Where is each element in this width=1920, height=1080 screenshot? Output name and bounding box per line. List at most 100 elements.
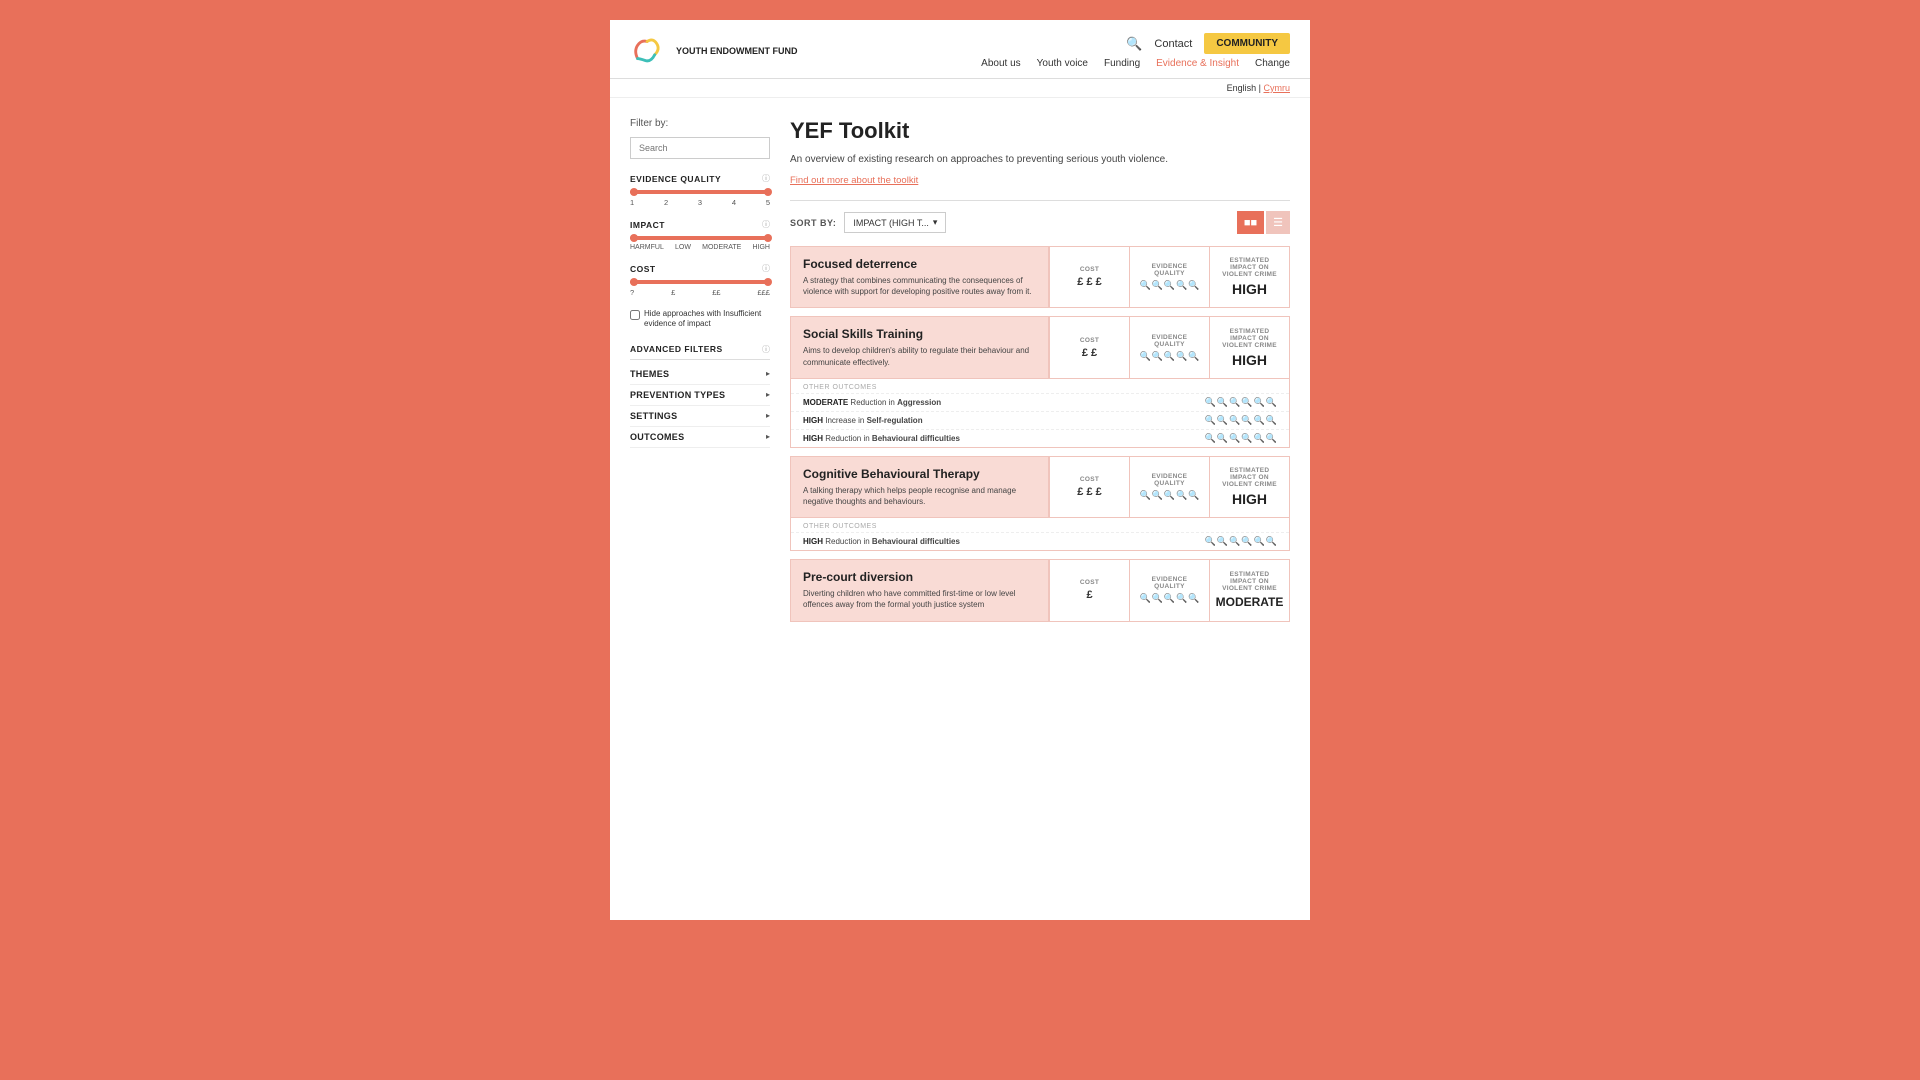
outcome-eq-self-regulation: 🔍 🔍 🔍 🔍 🔍 🔍	[1205, 415, 1277, 426]
themes-filter-group[interactable]: THEMES ▸	[630, 364, 770, 385]
outcome-eq-cbt-behavioural: 🔍 🔍 🔍 🔍 🔍 🔍	[1205, 536, 1277, 547]
main-content: Filter by: EVIDENCE QUALITY ⓘ 12345	[610, 98, 1310, 650]
outcomes-filter-group[interactable]: OUTCOMES ▸	[630, 427, 770, 448]
cost-info-icon[interactable]: ⓘ	[762, 263, 770, 274]
impact-metric-precourt: ESTIMATED IMPACT ON VIOLENT CRIME MODERA…	[1209, 560, 1289, 620]
sort-dropdown[interactable]: IMPACT (HIGH T... ▾	[844, 212, 946, 233]
eq-metric-cbt: EVIDENCE QUALITY 🔍 🔍 🔍 🔍 🔍	[1129, 457, 1209, 517]
mag2: 🔍	[1152, 280, 1163, 291]
hide-insufficient-label: Hide approaches with Insufficient eviden…	[644, 309, 770, 330]
card-social-skills-info[interactable]: Social Skills Training Aims to develop c…	[791, 317, 1048, 377]
mag1: 🔍	[1139, 351, 1150, 362]
evidence-quality-label: EVIDENCE QUALITY	[630, 174, 721, 184]
nav-funding[interactable]: Funding	[1104, 58, 1140, 69]
cost-slider[interactable]	[630, 280, 770, 284]
grid-view-button[interactable]: ■■	[1237, 211, 1264, 234]
nav-youth-voice[interactable]: Youth voice	[1037, 58, 1088, 69]
logo-text: YOUTH ENDOWMENT FUND	[676, 46, 798, 57]
eq-icons-precourt: 🔍 🔍 🔍 🔍 🔍	[1139, 593, 1199, 604]
advanced-filters-label: ADVANCED FILTERS	[630, 344, 723, 354]
eq-icons-focused-deterrence: 🔍 🔍 🔍 🔍 🔍	[1139, 280, 1199, 291]
impact-labels: HARMFULLOWMODERATEHIGH	[630, 244, 770, 251]
header: YOUTH ENDOWMENT FUND 🔍 Contact COMMUNITY…	[610, 20, 1310, 79]
card-cbt-info[interactable]: Cognitive Behavioural Therapy A talking …	[791, 457, 1048, 517]
card-cbt-title: Cognitive Behavioural Therapy	[803, 467, 1036, 481]
cost-filter: COST ⓘ ?££££££	[630, 263, 770, 297]
card-precourt-title: Pre-court diversion	[803, 570, 1036, 584]
page-title: YEF Toolkit	[790, 118, 1290, 144]
lang-bar: English | Cymru	[610, 79, 1310, 98]
themes-chevron-icon: ▸	[766, 369, 770, 378]
content-area: YEF Toolkit An overview of existing rese…	[790, 118, 1290, 630]
toolkit-link[interactable]: Find out more about the toolkit	[790, 175, 1290, 186]
page-container: YOUTH ENDOWMENT FUND 🔍 Contact COMMUNITY…	[610, 20, 1310, 920]
cost-metric-cbt: COST £ £ £	[1049, 457, 1129, 517]
page-description: An overview of existing research on appr…	[790, 152, 1170, 167]
impact-metric-focused-deterrence: ESTIMATED IMPACT ON VIOLENT CRIME HIGH	[1209, 247, 1289, 307]
logo-area: YOUTH ENDOWMENT FUND	[630, 32, 798, 70]
sort-bar: SORT BY: IMPACT (HIGH T... ▾ ■■ ☰	[790, 211, 1290, 234]
evidence-quality-slider[interactable]	[630, 190, 770, 194]
card-precourt-info[interactable]: Pre-court diversion Diverting children w…	[791, 560, 1048, 620]
card-focused-deterrence-title: Focused deterrence	[803, 257, 1036, 271]
eq-icons-cbt: 🔍 🔍 🔍 🔍 🔍	[1139, 490, 1199, 501]
evidence-quality-info-icon[interactable]: ⓘ	[762, 173, 770, 184]
card-social-skills-desc: Aims to develop children's ability to re…	[803, 345, 1036, 367]
impact-metric-social-skills: ESTIMATED IMPACT ON VIOLENT CRIME HIGH	[1209, 317, 1289, 377]
hide-insufficient-checkbox-area: Hide approaches with Insufficient eviden…	[630, 309, 770, 330]
card-precourt-desc: Diverting children who have committed fi…	[803, 588, 1036, 610]
filter-by-label: Filter by:	[630, 118, 770, 129]
mag1: 🔍	[1139, 280, 1150, 291]
hide-insufficient-checkbox[interactable]	[630, 310, 640, 320]
outcome-row-aggression[interactable]: MODERATE Reduction in Aggression 🔍 🔍 🔍 🔍…	[791, 393, 1289, 411]
mag4: 🔍	[1176, 351, 1187, 362]
search-input[interactable]	[630, 137, 770, 159]
header-right: 🔍 Contact COMMUNITY About us Youth voice…	[981, 33, 1290, 69]
card-cbt: Cognitive Behavioural Therapy A talking …	[790, 456, 1290, 551]
view-toggle: ■■ ☰	[1237, 211, 1290, 234]
outcome-text-self-regulation: HIGH Increase in Self-regulation	[803, 416, 923, 425]
card-focused-deterrence-info[interactable]: Focused deterrence A strategy that combi…	[791, 247, 1048, 307]
outcomes-chevron-icon: ▸	[766, 432, 770, 441]
mag4: 🔍	[1176, 280, 1187, 291]
sort-value: IMPACT (HIGH T...	[853, 218, 929, 228]
settings-label: SETTINGS	[630, 411, 677, 421]
search-icon[interactable]: 🔍	[1126, 36, 1142, 52]
community-button[interactable]: COMMUNITY	[1204, 33, 1290, 54]
impact-value-precourt: MODERATE	[1216, 595, 1284, 609]
nav-evidence[interactable]: Evidence & Insight	[1156, 58, 1239, 69]
other-outcomes-cbt: OTHER OUTCOMES HIGH Reduction in Behavio…	[791, 517, 1289, 550]
outcome-row-cbt-behavioural[interactable]: HIGH Reduction in Behavioural difficulti…	[791, 532, 1289, 550]
mag3: 🔍	[1164, 351, 1175, 362]
list-view-button[interactable]: ☰	[1266, 211, 1290, 234]
sort-by-label: SORT BY:	[790, 218, 836, 228]
advanced-filters-info-icon[interactable]: ⓘ	[762, 344, 770, 355]
mag2: 🔍	[1152, 351, 1163, 362]
outcomes-label: OUTCOMES	[630, 432, 684, 442]
impact-slider[interactable]	[630, 236, 770, 240]
eq-metric-precourt: EVIDENCE QUALITY 🔍 🔍 🔍 🔍 🔍	[1129, 560, 1209, 620]
impact-label: IMPACT	[630, 220, 665, 230]
contact-link[interactable]: Contact	[1154, 38, 1192, 50]
nav-change[interactable]: Change	[1255, 58, 1290, 69]
outcome-row-behavioural[interactable]: HIGH Reduction in Behavioural difficulti…	[791, 429, 1289, 447]
settings-filter-group[interactable]: SETTINGS ▸	[630, 406, 770, 427]
outcome-row-self-regulation[interactable]: HIGH Increase in Self-regulation 🔍 🔍 🔍 🔍…	[791, 411, 1289, 429]
lang-cymru[interactable]: Cymru	[1264, 83, 1291, 93]
lang-english[interactable]: English	[1227, 83, 1257, 93]
card-focused-deterrence-desc: A strategy that combines communicating t…	[803, 275, 1036, 297]
impact-info-icon[interactable]: ⓘ	[762, 219, 770, 230]
other-outcomes-social-skills: OTHER OUTCOMES MODERATE Reduction in Agg…	[791, 378, 1289, 447]
cost-labels: ?££££££	[630, 288, 770, 297]
impact-value-social-skills: HIGH	[1232, 352, 1267, 368]
nav-about[interactable]: About us	[981, 58, 1020, 69]
eq-metric-focused-deterrence: EVIDENCE QUALITY 🔍 🔍 🔍 🔍 🔍	[1129, 247, 1209, 307]
outcome-text-behavioural: HIGH Reduction in Behavioural difficulti…	[803, 434, 960, 443]
yef-logo-icon	[630, 32, 668, 70]
outcome-text-cbt-behavioural: HIGH Reduction in Behavioural difficulti…	[803, 537, 960, 546]
prevention-types-filter-group[interactable]: PREVENTION TYPES ▸	[630, 385, 770, 406]
other-outcomes-label: OTHER OUTCOMES	[791, 379, 1289, 393]
themes-label: THEMES	[630, 369, 669, 379]
cost-metric-social-skills: COST £ £	[1049, 317, 1129, 377]
header-top-right: 🔍 Contact COMMUNITY	[1126, 33, 1290, 54]
